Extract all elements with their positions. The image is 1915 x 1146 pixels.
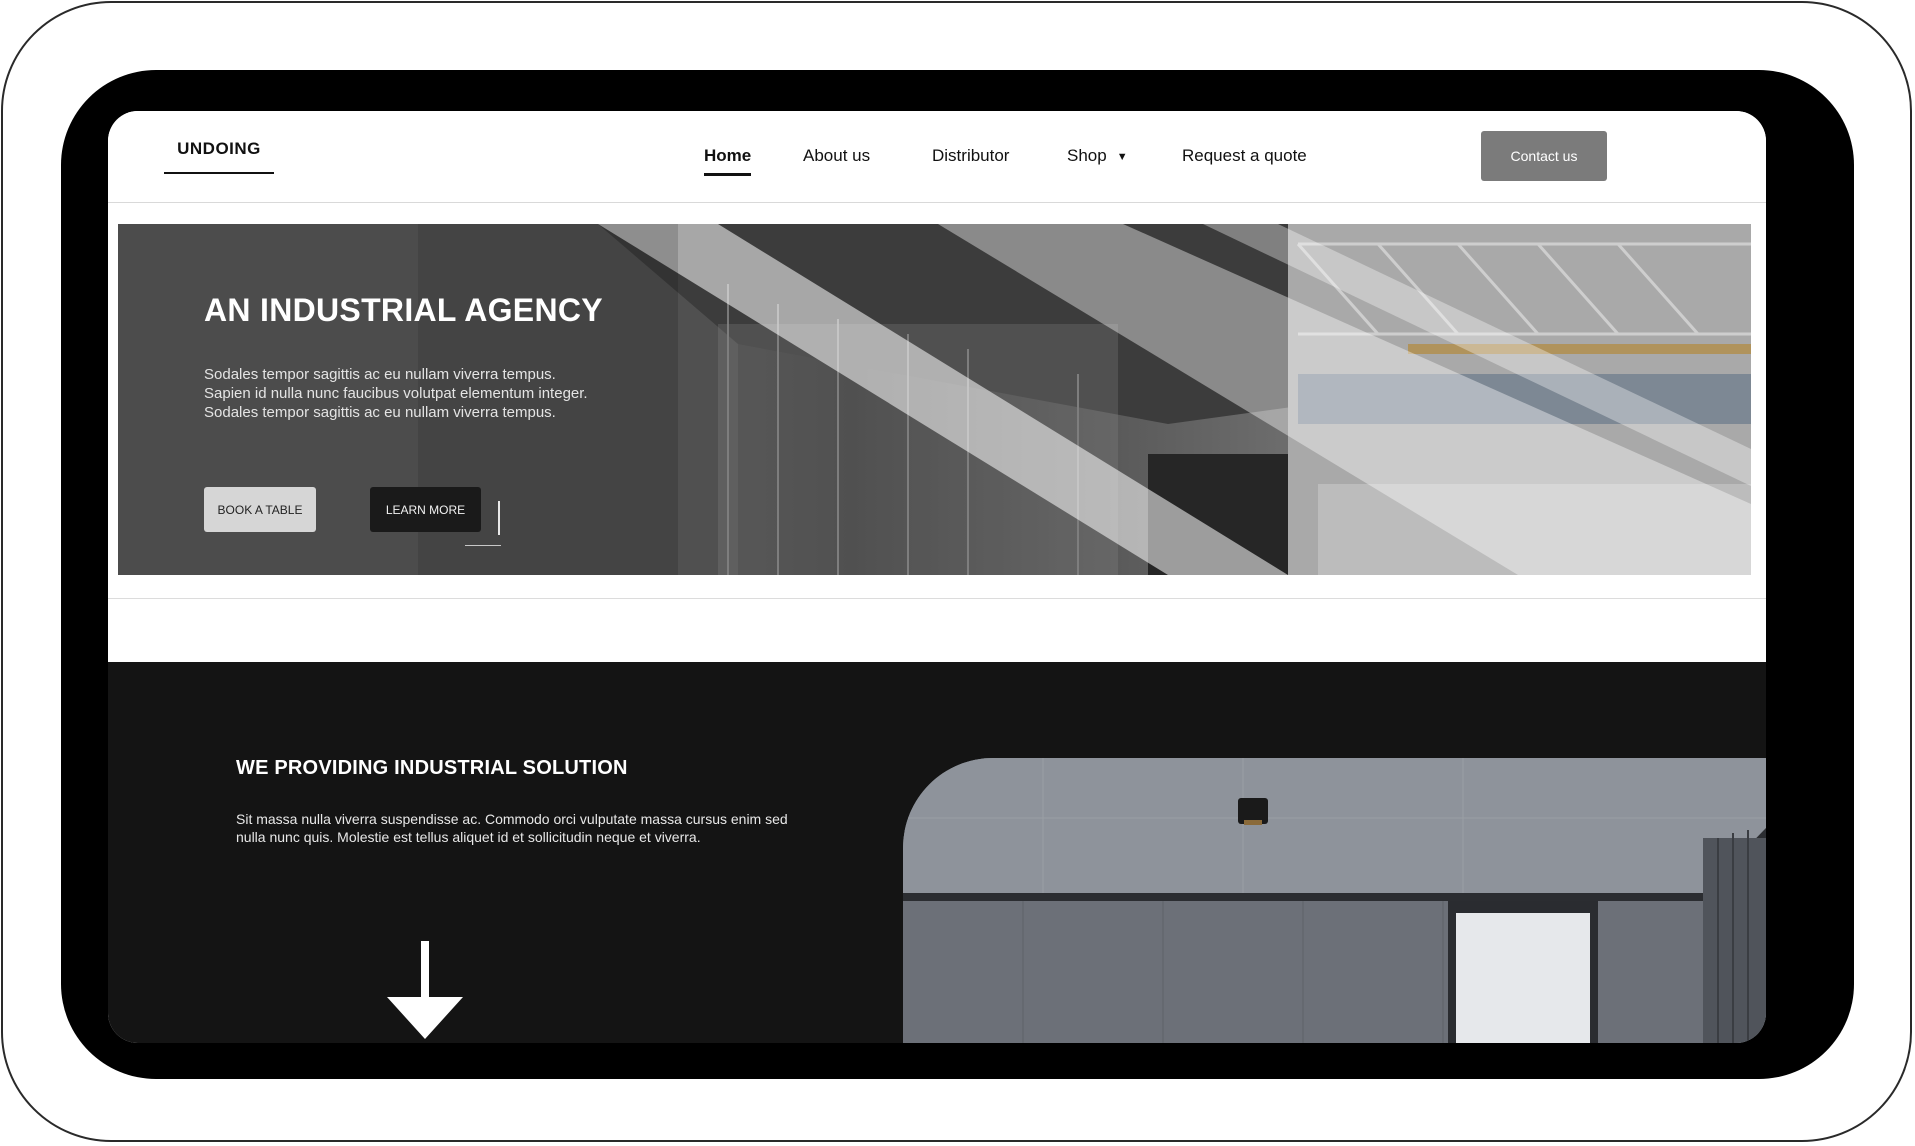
solution-title: WE PROVIDING INDUSTRIAL SOLUTION: [236, 757, 628, 779]
learn-more-button[interactable]: LEARN MORE: [370, 487, 481, 532]
hero-description: Sodales tempor sagittis ac eu nullam viv…: [204, 366, 588, 421]
underline-mark: [465, 545, 501, 546]
hero-content: AN INDUSTRIAL AGENCY Sodales tempor sagi…: [204, 292, 624, 422]
solution-section: WE PROVIDING INDUSTRIAL SOLUTION Sit mas…: [108, 662, 1766, 1043]
concrete-room-image: [903, 758, 1766, 1043]
section-divider: [108, 598, 1766, 599]
nav-item-shop-label: Shop: [1067, 146, 1107, 165]
logo[interactable]: UNDOING: [164, 139, 274, 174]
contact-us-button[interactable]: Contact us: [1481, 131, 1607, 181]
arrow-down-icon[interactable]: [387, 941, 463, 1039]
nav-item-home[interactable]: Home: [704, 146, 752, 176]
nav-item-shop[interactable]: Shop ▼: [1067, 146, 1128, 166]
solution-description: Sit massa nulla viverra suspendisse ac. …: [236, 811, 788, 845]
hero-banner: AN INDUSTRIAL AGENCY Sodales tempor sagi…: [118, 224, 1751, 575]
nav-item-distributor[interactable]: Distributor: [932, 146, 1009, 166]
website-screen: UNDOING Home About us Distributor Shop ▼ …: [108, 111, 1766, 1043]
book-a-table-button[interactable]: BOOK A TABLE: [204, 487, 316, 532]
nav-item-about-us[interactable]: About us: [803, 146, 870, 166]
nav-item-request-a-quote[interactable]: Request a quote: [1182, 146, 1307, 166]
text-cursor: [498, 501, 500, 535]
caret-down-icon[interactable]: ▼: [1117, 151, 1128, 163]
hero-title: AN INDUSTRIAL AGENCY: [204, 292, 603, 328]
concrete-room-illustration: [903, 758, 1766, 1043]
navbar: UNDOING Home About us Distributor Shop ▼ …: [108, 111, 1766, 203]
